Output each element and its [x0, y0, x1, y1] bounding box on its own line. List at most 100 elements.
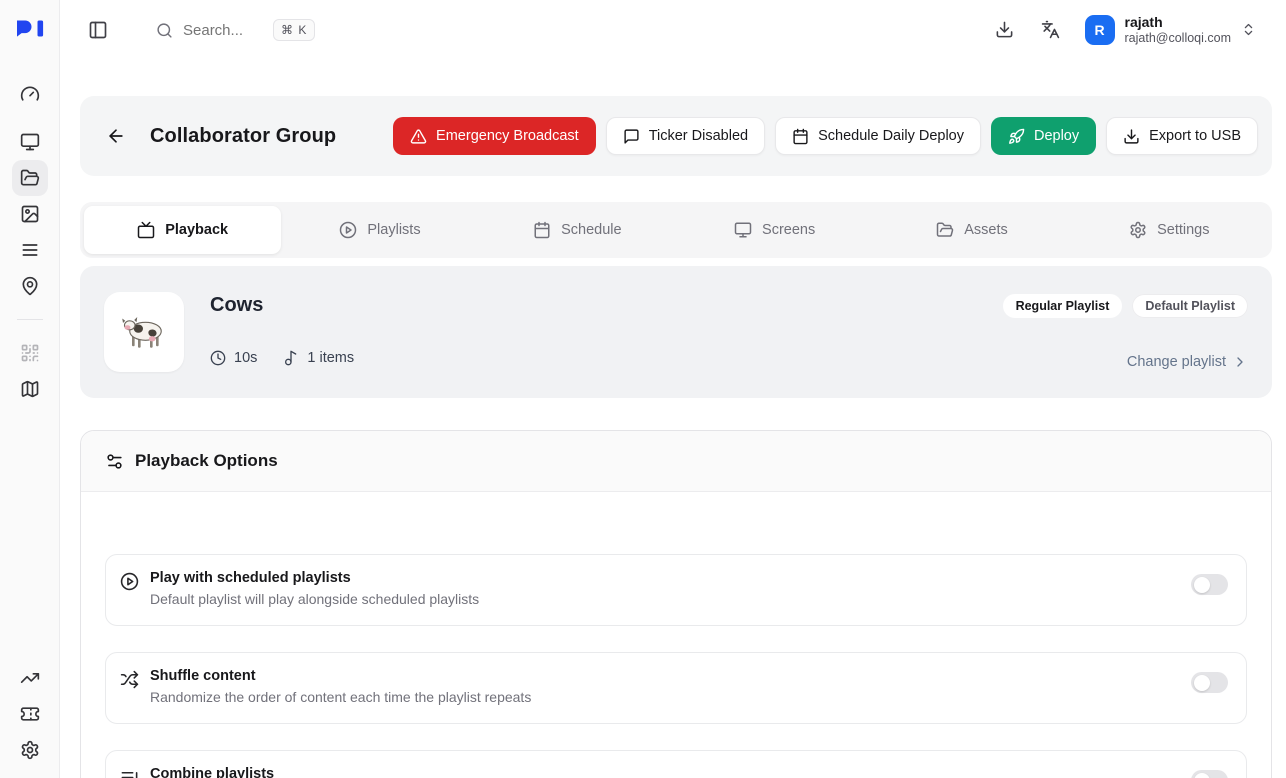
playlist-meta: 10s 1 items — [210, 350, 354, 366]
export-to-usb-button[interactable]: Export to USB — [1106, 117, 1258, 155]
option-combine-playlists: Combine playlists — [105, 750, 1247, 778]
option-description: Randomize the order of content each time… — [150, 689, 531, 705]
header-actions: Emergency Broadcast Ticker Disabled Sche… — [393, 117, 1258, 155]
message-square-icon — [623, 128, 640, 145]
folder-open-icon — [20, 168, 40, 188]
gauge-icon — [20, 84, 40, 104]
sidebar — [0, 60, 60, 778]
avatar: R — [1085, 15, 1115, 45]
current-playlist-card: Cows 10s 1 items Regular Playlist Defaul… — [80, 266, 1272, 398]
sidebar-toggle-button[interactable] — [80, 12, 116, 48]
tab-schedule-label: Schedule — [561, 222, 621, 238]
playback-options-header: Playback Options — [81, 431, 1271, 492]
option-play-with-scheduled: Play with scheduled playlists Default pl… — [105, 554, 1247, 626]
panel-left-icon — [88, 20, 108, 40]
tab-schedule[interactable]: Schedule — [479, 206, 676, 254]
trending-up-icon — [20, 668, 40, 688]
user-name: rajath — [1125, 14, 1231, 31]
playlist-duration-value: 10s — [234, 350, 257, 366]
toggle-play-with-scheduled[interactable] — [1191, 574, 1228, 595]
language-button[interactable] — [1033, 12, 1069, 48]
playlist-item-count: 1 items — [283, 350, 354, 366]
deploy-button[interactable]: Deploy — [991, 117, 1096, 155]
search-shortcut-kbd: ⌘ K — [273, 19, 315, 41]
tab-assets[interactable]: Assets — [873, 206, 1070, 254]
tab-settings[interactable]: Settings — [1071, 206, 1268, 254]
image-icon — [20, 204, 40, 224]
tab-playlists[interactable]: Playlists — [281, 206, 478, 254]
arrow-left-icon — [106, 126, 126, 146]
regular-playlist-badge: Regular Playlist — [1003, 294, 1123, 318]
sidebar-item-playlists[interactable] — [12, 232, 48, 268]
export-download-icon — [1123, 128, 1140, 145]
alert-triangle-icon — [410, 128, 427, 145]
gear-icon — [20, 740, 40, 760]
change-playlist-link[interactable]: Change playlist — [1127, 354, 1248, 370]
option-title: Play with scheduled playlists — [150, 570, 479, 586]
app-logo[interactable] — [0, 0, 60, 60]
schedule-daily-deploy-label: Schedule Daily Deploy — [818, 128, 964, 144]
top-bar-actions: R rajath rajath@colloqi.com — [987, 10, 1262, 50]
tab-assets-label: Assets — [964, 222, 1008, 238]
sidebar-item-settings[interactable] — [12, 732, 48, 768]
page-title: Collaborator Group — [150, 125, 336, 148]
emergency-broadcast-button[interactable]: Emergency Broadcast — [393, 117, 596, 155]
clock-icon — [210, 350, 226, 366]
playback-options-title: Playback Options — [135, 451, 278, 471]
user-menu[interactable]: R rajath rajath@colloqi.com — [1079, 10, 1262, 50]
sidebar-item-tickets[interactable] — [12, 696, 48, 732]
calendar-icon — [533, 221, 551, 239]
tab-bar: Playback Playlists Schedule Screens Asse… — [80, 202, 1272, 258]
gear-icon — [1129, 221, 1147, 239]
music-note-icon — [283, 350, 299, 366]
playlist-title: Cows — [210, 294, 354, 317]
ticker-disabled-button[interactable]: Ticker Disabled — [606, 117, 765, 155]
user-meta: rajath rajath@colloqi.com — [1125, 14, 1231, 46]
search-bar[interactable]: ⌘ K — [156, 19, 315, 41]
qr-code-icon — [20, 343, 40, 363]
toggle-knob — [1194, 577, 1210, 593]
user-email: rajath@colloqi.com — [1125, 31, 1231, 46]
deploy-label: Deploy — [1034, 128, 1079, 144]
translate-icon — [1041, 20, 1060, 39]
tab-screens-label: Screens — [762, 222, 815, 238]
option-title: Combine playlists — [150, 766, 274, 778]
map-icon — [20, 379, 40, 399]
back-button[interactable] — [98, 118, 134, 154]
tv-icon — [137, 221, 155, 239]
playback-options-card: Playback Options Play with scheduled pla… — [80, 430, 1272, 778]
search-input[interactable] — [183, 22, 263, 39]
tab-playlists-label: Playlists — [367, 222, 420, 238]
map-pin-icon — [20, 276, 40, 296]
export-to-usb-label: Export to USB — [1149, 128, 1241, 144]
chevron-right-icon — [1232, 354, 1248, 370]
sidebar-item-screens[interactable] — [12, 124, 48, 160]
sidebar-item-qr[interactable] — [12, 335, 48, 371]
sidebar-divider — [17, 319, 43, 320]
playback-options-body: Play with scheduled playlists Default pl… — [81, 492, 1271, 778]
download-button[interactable] — [987, 12, 1023, 48]
tab-playback[interactable]: Playback — [84, 206, 281, 254]
sidebar-item-dashboard[interactable] — [12, 76, 48, 112]
toggle-knob — [1194, 773, 1210, 778]
playlist-item-count-value: 1 items — [307, 350, 354, 366]
playlist-card-right: Regular Playlist Default Playlist Change… — [1003, 292, 1248, 372]
play-circle-icon — [339, 221, 357, 239]
list-end-icon — [120, 768, 139, 778]
calendar-icon — [792, 128, 809, 145]
change-playlist-label: Change playlist — [1127, 354, 1226, 370]
menu-list-icon — [20, 240, 40, 260]
rocket-icon — [1008, 128, 1025, 145]
schedule-daily-deploy-button[interactable]: Schedule Daily Deploy — [775, 117, 981, 155]
page-header: Collaborator Group Emergency Broadcast T… — [80, 96, 1272, 176]
sidebar-item-groups[interactable] — [12, 160, 48, 196]
playlist-thumbnail — [104, 292, 184, 372]
tab-screens[interactable]: Screens — [676, 206, 873, 254]
sidebar-item-locations[interactable] — [12, 268, 48, 304]
sidebar-item-map[interactable] — [12, 371, 48, 407]
default-playlist-badge: Default Playlist — [1132, 294, 1248, 318]
toggle-combine-playlists[interactable] — [1191, 770, 1228, 778]
sidebar-item-analytics[interactable] — [12, 660, 48, 696]
toggle-shuffle-content[interactable] — [1191, 672, 1228, 693]
sidebar-item-media[interactable] — [12, 196, 48, 232]
